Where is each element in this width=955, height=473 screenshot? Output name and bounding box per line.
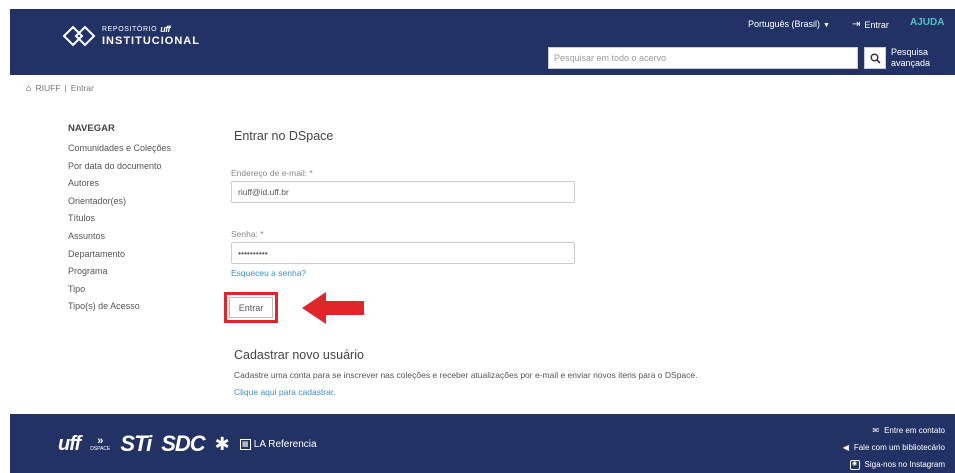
sidebar-item-communities[interactable]: Comunidades e Coleções xyxy=(68,140,171,158)
search-icon xyxy=(870,53,881,64)
sidebar-item-department[interactable]: Departamento xyxy=(68,246,171,264)
logo-line2: INSTITUCIONAL xyxy=(102,35,200,47)
footer-logo-sdc[interactable]: SDC xyxy=(161,431,205,457)
sidebar-item-authors[interactable]: Autores xyxy=(68,175,171,193)
register-link[interactable]: Clique aqui para cadastrar. xyxy=(234,387,336,397)
site-footer: uff » DSPACE STi SDC ✱ ▦ LA Referencia ✉… xyxy=(10,414,955,473)
sidebar-list: Comunidades e Coleções Por data do docum… xyxy=(68,140,171,316)
logo-line1: REPOSITÓRIO xyxy=(102,26,158,33)
search-button[interactable] xyxy=(864,47,886,69)
red-arrow-icon xyxy=(302,292,364,324)
sidebar-item-by-date[interactable]: Por data do documento xyxy=(68,158,171,176)
logo-brand: uff xyxy=(160,24,171,34)
breadcrumb-home[interactable]: RIUFF xyxy=(35,83,60,93)
instagram-icon: ◉ xyxy=(849,459,860,470)
login-submit-button[interactable]: Entrar xyxy=(229,297,273,318)
footer-logo-uff[interactable]: uff xyxy=(58,433,81,456)
breadcrumb: ⌂ RIUFF | Entrar xyxy=(26,83,94,93)
advanced-search-link[interactable]: Pesquisa avançada xyxy=(891,47,951,69)
browse-sidebar: NAVEGAR Comunidades e Coleções Por data … xyxy=(68,123,171,316)
footer-librarian-label: Fale com um bibliotecário xyxy=(853,443,945,452)
logo-diamond-icon xyxy=(62,25,96,47)
forgot-password-link[interactable]: Esqueceu a senha? xyxy=(231,268,306,278)
password-label: Senha: * xyxy=(231,229,264,239)
footer-logo-dspace[interactable]: » DSPACE xyxy=(90,436,110,452)
footer-instagram-link[interactable]: ◉ Siga-nos no Instagram xyxy=(843,456,945,473)
footer-contact-link[interactable]: ✉ Entre em contato xyxy=(843,422,945,439)
footer-librarian-link[interactable]: ◀ Fale com um bibliotecário xyxy=(843,439,945,456)
breadcrumb-separator: | xyxy=(64,83,67,93)
register-description: Cadastre uma conta para se inscrever nas… xyxy=(234,370,698,380)
footer-logo-sti[interactable]: STi xyxy=(120,431,152,457)
send-icon: ◀ xyxy=(842,443,849,452)
breadcrumb-current: Entrar xyxy=(70,83,94,93)
footer-instagram-label: Siga-nos no Instagram xyxy=(864,460,946,469)
password-field[interactable] xyxy=(231,242,575,264)
footer-la-label: LA Referencia xyxy=(253,438,317,450)
la-referencia-icon: ▦ xyxy=(239,438,251,450)
search-input[interactable] xyxy=(548,47,858,69)
sidebar-item-advisors[interactable]: Orientador(es) xyxy=(68,193,171,211)
envelope-icon: ✉ xyxy=(872,426,880,435)
footer-logo-la-referencia[interactable]: ▦ LA Referencia xyxy=(239,438,317,450)
footer-dspace-label: DSPACE xyxy=(90,446,111,452)
sidebar-item-type[interactable]: Tipo xyxy=(68,281,171,299)
email-label: Endereço de e-mail: * xyxy=(231,168,313,178)
language-label: Português (Brasil) xyxy=(748,19,821,29)
language-selector[interactable]: Português (Brasil) ▼ xyxy=(748,19,830,29)
footer-links: ✉ Entre em contato ◀ Fale com um bibliot… xyxy=(843,422,945,473)
header-login-link[interactable]: ⇥ Entrar xyxy=(852,19,889,30)
header-login-label: Entrar xyxy=(864,19,889,30)
sidebar-item-titles[interactable]: Títulos xyxy=(68,210,171,228)
sidebar-item-subjects[interactable]: Assuntos xyxy=(68,228,171,246)
login-title: Entrar no DSpace xyxy=(234,129,334,143)
login-icon: ⇥ xyxy=(852,19,861,30)
footer-logos: uff » DSPACE STi SDC ✱ ▦ LA Referencia xyxy=(58,431,317,457)
sidebar-title: NAVEGAR xyxy=(68,123,115,134)
footer-emblem-icon: ✱ xyxy=(214,433,230,454)
sidebar-item-access-type[interactable]: Tipo(s) de Acesso xyxy=(68,298,171,316)
register-title: Cadastrar novo usuário xyxy=(234,348,364,362)
repository-logo[interactable]: REPOSITÓRIO uff INSTITUCIONAL xyxy=(62,23,200,49)
sidebar-item-program[interactable]: Programa xyxy=(68,263,171,281)
email-field[interactable] xyxy=(231,181,575,203)
help-link[interactable]: AJUDA xyxy=(910,17,944,28)
site-header: REPOSITÓRIO uff INSTITUCIONAL Português (… xyxy=(10,9,955,75)
footer-contact-label: Entre em contato xyxy=(884,426,945,435)
caret-down-icon: ▼ xyxy=(823,22,830,29)
home-icon[interactable]: ⌂ xyxy=(26,83,31,93)
